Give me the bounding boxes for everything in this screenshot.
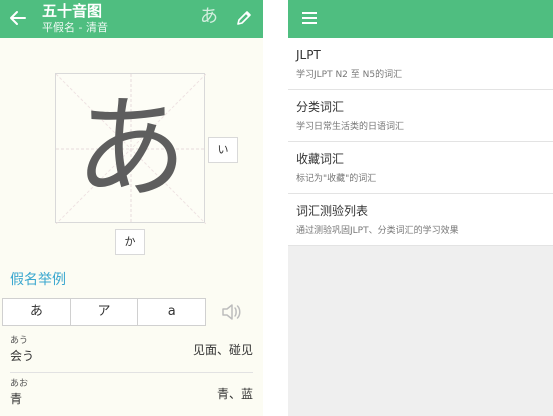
back-arrow-icon[interactable]	[8, 8, 30, 30]
menu-item-desc: 标记为"收藏"的词汇	[296, 174, 377, 184]
vocab-menu: JLPT 学习JLPT N2 至 N5的词汇 分类词汇 学习日常生活类的日语词汇…	[288, 38, 553, 246]
menu-item-title: 收藏词汇	[296, 152, 345, 166]
menu-item-desc: 学习日常生活类的日语词汇	[296, 122, 405, 132]
tab-romaji[interactable]: a	[138, 299, 205, 325]
menu-item-quiz-list[interactable]: 词汇测验列表 通过测验巩固JLPT、分类词汇的学习效果	[288, 194, 553, 246]
menu-item-desc: 通过测验巩固JLPT、分类词汇的学习效果	[296, 226, 459, 236]
example-meaning: 见面、碰见	[192, 343, 253, 357]
divider	[10, 372, 253, 373]
section-title: 假名举例	[10, 272, 66, 288]
menu-item-categories[interactable]: 分类词汇 学习日常生活类的日语词汇	[288, 90, 553, 142]
tab-hiragana[interactable]: あ	[3, 299, 71, 325]
script-tabs: あ ア a	[2, 298, 206, 326]
kana-chart-screen: 五十音图 平假名 - 清音 あ あ い か 假名举例 あ ア a あう 会う 见…	[0, 0, 263, 416]
menu-item-jlpt[interactable]: JLPT 学习JLPT N2 至 N5的词汇	[288, 38, 553, 90]
menu-item-title: 分类词汇	[296, 100, 345, 114]
menu-item-desc: 学习JLPT N2 至 N5的词汇	[296, 70, 403, 80]
top-app-bar: 五十音图 平假名 - 清音 あ	[0, 0, 263, 38]
example-meaning: 青、蓝	[216, 387, 253, 401]
speaker-icon[interactable]	[220, 301, 242, 323]
menu-item-favorites[interactable]: 收藏词汇 标记为"收藏"的词汇	[288, 142, 553, 194]
next-kana-right-button[interactable]: い	[208, 137, 238, 163]
menu-item-title: JLPT	[296, 48, 321, 62]
tab-katakana[interactable]: ア	[71, 299, 139, 325]
page-title: 五十音图	[42, 2, 103, 20]
menu-item-title: 词汇测验列表	[296, 204, 369, 218]
list-item[interactable]: あお 青 青、蓝	[10, 379, 253, 407]
top-app-bar	[288, 0, 553, 38]
kana-toggle-button[interactable]: あ	[200, 6, 218, 28]
vocab-menu-screen: JLPT 学习JLPT N2 至 N5的词汇 分类词汇 学习日常生活类的日语词汇…	[288, 0, 553, 416]
stroke-canvas[interactable]: あ	[55, 73, 206, 224]
list-item[interactable]: あう 会う 见面、碰见	[10, 336, 253, 364]
pencil-icon[interactable]	[234, 8, 254, 28]
menu-icon[interactable]	[302, 12, 317, 25]
stroke-character: あ	[75, 84, 187, 214]
next-kana-down-button[interactable]: か	[115, 229, 145, 255]
page-subtitle: 平假名 - 清音	[42, 21, 108, 34]
